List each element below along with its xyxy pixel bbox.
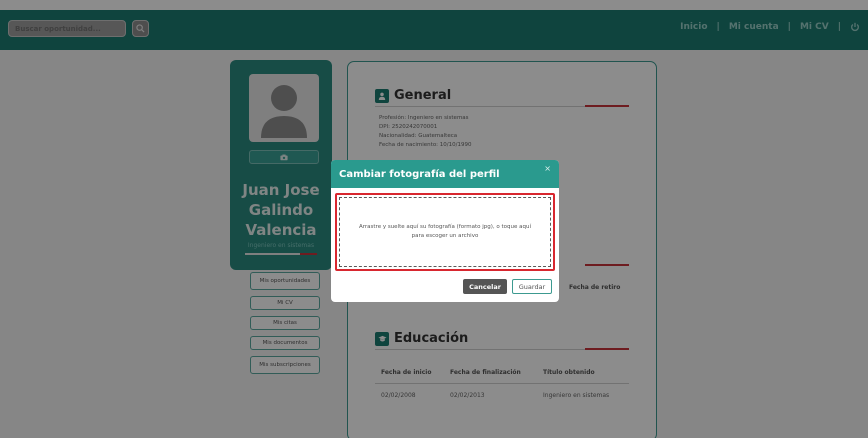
save-button[interactable]: Guardar [512, 279, 552, 294]
dropzone-text: Arrastre y suelte aquí su fotografía (fo… [358, 224, 532, 239]
modal-title: Cambiar fotografía del perfil [339, 168, 500, 180]
modal-header: Cambiar fotografía del perfil × [331, 160, 559, 188]
dropzone-area[interactable]: Arrastre y suelte aquí su fotografía (fo… [339, 197, 551, 267]
cancel-button[interactable]: Cancelar [463, 279, 507, 294]
photo-dropzone[interactable]: Arrastre y suelte aquí su fotografía (fo… [335, 193, 555, 271]
change-photo-modal: Cambiar fotografía del perfil × Arrastre… [331, 160, 559, 302]
close-icon[interactable]: × [544, 164, 551, 173]
modal-footer: Cancelar Guardar [331, 279, 559, 299]
